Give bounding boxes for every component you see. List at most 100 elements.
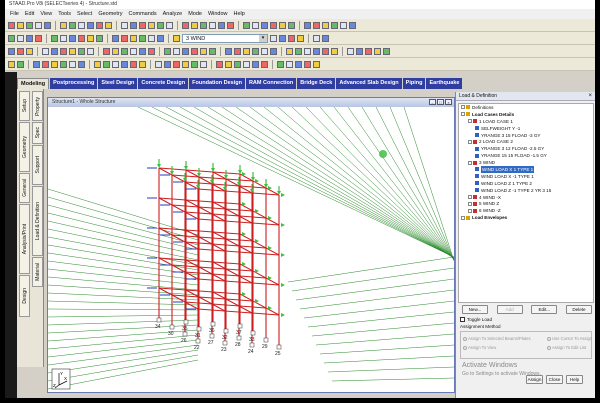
toolbar-tool-icon[interactable] xyxy=(243,60,250,68)
toolbar-tool-icon[interactable] xyxy=(200,60,207,68)
toolbar-tool-icon[interactable] xyxy=(103,47,110,55)
menu-tools[interactable]: Tools xyxy=(55,11,74,17)
toolbar-tool-icon[interactable] xyxy=(17,60,24,68)
expand-toggle-icon[interactable] xyxy=(468,139,472,144)
tree-node[interactable]: 6 WIND -Z xyxy=(459,207,593,214)
toolbar-tool-icon[interactable] xyxy=(234,47,241,55)
toolbar-tool-icon[interactable] xyxy=(139,21,146,29)
toolbar-tool-icon[interactable] xyxy=(17,34,24,42)
toolbar-tool-icon[interactable] xyxy=(8,60,15,68)
toolbar-tool-icon[interactable] xyxy=(26,21,33,29)
toolbar-tool-icon[interactable] xyxy=(191,60,198,68)
toolbar-tool-icon[interactable] xyxy=(234,60,241,68)
toolbar-tool-icon[interactable] xyxy=(121,47,128,55)
toolbar-tool-icon[interactable] xyxy=(340,21,347,29)
toolbar-tool-icon[interactable] xyxy=(26,47,33,55)
toolbar-tool-icon[interactable] xyxy=(356,47,363,55)
toolbar-tool-icon[interactable] xyxy=(200,47,207,55)
tree-node[interactable]: SELFWEIGHT Y -1 xyxy=(459,125,593,132)
toolbar-tool-icon[interactable] xyxy=(313,60,320,68)
edit-button[interactable]: Edit... xyxy=(531,305,558,314)
toolbar-tool-icon[interactable] xyxy=(277,60,284,68)
toolbar-tool-icon[interactable] xyxy=(148,21,155,29)
menu-analyze[interactable]: Analyze xyxy=(160,11,186,17)
toolbar-tool-icon[interactable] xyxy=(112,34,119,42)
maximize-button[interactable]: □ xyxy=(437,99,444,105)
toolbar-tool-icon[interactable] xyxy=(304,47,311,55)
tab-foundation-design[interactable]: Foundation Design xyxy=(189,78,245,89)
add-button[interactable]: Add xyxy=(496,305,523,314)
toolbar-tool-icon[interactable] xyxy=(130,34,137,42)
toolbar-tool-icon[interactable] xyxy=(173,60,180,68)
expand-toggle-icon[interactable] xyxy=(468,201,472,206)
tree-node[interactable]: WIND LOAD Z -1 TYPE 2 YR 3 15 xyxy=(459,187,593,194)
side-tab-setup[interactable]: Setup xyxy=(19,91,30,121)
toolbar-tool-icon[interactable] xyxy=(69,34,76,42)
menu-help[interactable]: Help xyxy=(231,11,248,17)
toolbar-tool-icon[interactable] xyxy=(51,34,58,42)
toolbar-tool-icon[interactable] xyxy=(279,34,286,42)
toolbar-tool-icon[interactable] xyxy=(322,21,329,29)
toolbar-tool-icon[interactable] xyxy=(42,60,49,68)
toolbar-tool-icon[interactable] xyxy=(8,34,15,42)
tree-node[interactable]: 4 WIND -X xyxy=(459,194,593,201)
toolbar-tool-icon[interactable] xyxy=(173,47,180,55)
new-button[interactable]: New... xyxy=(462,305,488,314)
toolbar-tool-icon[interactable] xyxy=(243,47,250,55)
toolbar-tool-icon[interactable] xyxy=(270,21,277,29)
expand-toggle-icon[interactable] xyxy=(468,119,472,124)
toolbar-tool-icon[interactable] xyxy=(96,34,103,42)
toolbar-tool-icon[interactable] xyxy=(78,34,85,42)
toolbar-tool-icon[interactable] xyxy=(148,34,155,42)
tree-node[interactable]: YRANGE 15 15 FLOAD -1.5 GY xyxy=(459,152,593,159)
toolbar-tool-icon[interactable] xyxy=(51,60,58,68)
toolbar-tool-icon[interactable] xyxy=(209,21,216,29)
tree-node[interactable]: 1 LOAD CASE 1 xyxy=(459,118,593,125)
toolbar-tool-icon[interactable] xyxy=(261,60,268,68)
toolbar-tool-icon[interactable] xyxy=(121,60,128,68)
tree-node[interactable]: 5 WIND Z xyxy=(459,200,593,207)
toolbar-tool-icon[interactable] xyxy=(347,47,354,55)
toolbar-tool-icon[interactable] xyxy=(130,60,137,68)
menu-commands[interactable]: Commands xyxy=(125,11,159,17)
expand-toggle-icon[interactable] xyxy=(468,160,472,165)
expand-toggle-icon[interactable] xyxy=(468,208,472,213)
expand-toggle-icon[interactable] xyxy=(461,112,465,117)
tree-node[interactable]: 3 WIND xyxy=(459,159,593,166)
toolbar-tool-icon[interactable] xyxy=(270,34,277,42)
chevron-down-icon[interactable]: ▾ xyxy=(259,34,267,42)
toolbar-tool-icon[interactable] xyxy=(17,21,24,29)
toolbar-tool-icon[interactable] xyxy=(243,21,250,29)
toolbar-tool-icon[interactable] xyxy=(304,21,311,29)
tab-bridge-deck[interactable]: Bridge Deck xyxy=(297,78,336,89)
toolbar-tool-icon[interactable] xyxy=(69,60,76,68)
radio-assign-edit-list[interactable]: Assign To Edit List xyxy=(547,345,586,350)
toolbar-tool-icon[interactable] xyxy=(121,34,128,42)
assign-button[interactable]: Assign xyxy=(526,375,543,384)
toolbar-tool-icon[interactable] xyxy=(112,60,119,68)
toolbar-tool-icon[interactable] xyxy=(286,47,293,55)
toolbar-tool-icon[interactable] xyxy=(295,60,302,68)
tab-postprocessing[interactable]: Postprocessing xyxy=(50,78,98,89)
toolbar-tool-icon[interactable] xyxy=(261,21,268,29)
close-panel-button[interactable]: Close xyxy=(546,375,563,384)
side-tab-material[interactable]: Material xyxy=(32,257,43,287)
toolbar-tool-icon[interactable] xyxy=(304,60,311,68)
toolbar-tool-icon[interactable] xyxy=(225,47,232,55)
toolbar-tool-icon[interactable] xyxy=(182,21,189,29)
toolbar-tool-icon[interactable] xyxy=(69,21,76,29)
tab-steel-design[interactable]: Steel Design xyxy=(98,78,138,89)
toolbar-tool-icon[interactable] xyxy=(164,60,171,68)
toolbar-tool-icon[interactable] xyxy=(78,60,85,68)
delete-button[interactable]: Delete xyxy=(565,305,592,314)
tab-modeling[interactable]: Modeling xyxy=(17,78,50,89)
tab-piping[interactable]: Piping xyxy=(402,78,426,89)
toolbar-tool-icon[interactable] xyxy=(130,21,137,29)
toolbar-tool-icon[interactable] xyxy=(297,34,304,42)
toolbar-tool-icon[interactable] xyxy=(279,21,286,29)
toolbar-tool-icon[interactable] xyxy=(288,34,295,42)
toolbar-tool-icon[interactable] xyxy=(191,21,198,29)
toolbar-tool-icon[interactable] xyxy=(313,47,320,55)
toolbar-tool-icon[interactable] xyxy=(8,47,15,55)
side-tab-general[interactable]: General xyxy=(19,173,30,203)
